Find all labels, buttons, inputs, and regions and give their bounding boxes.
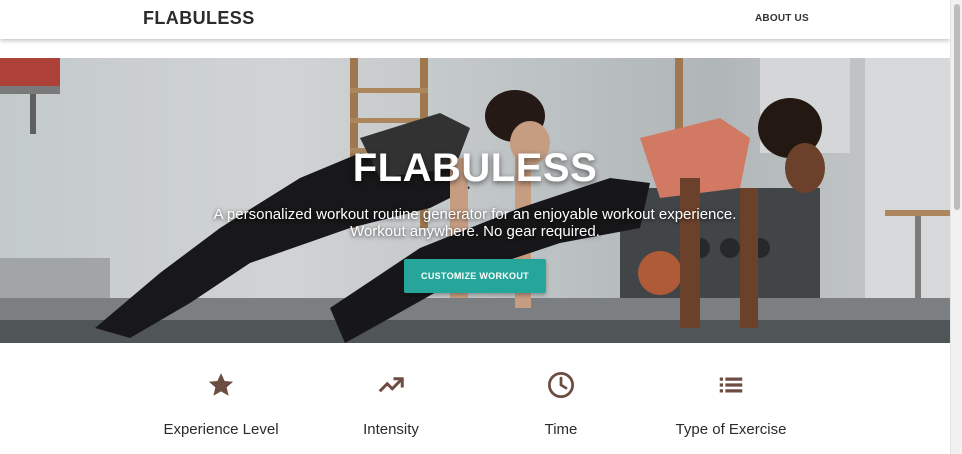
trending-up-icon xyxy=(378,377,404,393)
customize-workout-button[interactable]: CUSTOMIZE WORKOUT xyxy=(404,259,546,293)
clock-icon xyxy=(547,371,575,399)
hero-subtitle: A personalized workout routine generator… xyxy=(0,206,950,240)
hero-title: FLABULESS xyxy=(352,146,598,190)
features-section: Experience Level Intensity Time Type of … xyxy=(0,343,950,454)
feature-description xyxy=(660,449,802,454)
hero-subtitle-line1: A personalized workout routine generator… xyxy=(213,206,737,223)
feature-description xyxy=(150,449,292,454)
feature-title: Intensity xyxy=(363,421,419,438)
vertical-scrollbar[interactable] xyxy=(950,0,962,454)
scrollbar-thumb[interactable] xyxy=(954,4,960,210)
hero-subtitle-line2: Workout anywhere. No gear required. xyxy=(350,223,600,240)
nav-link-about-us[interactable]: ABOUT US xyxy=(755,13,809,24)
brand-logo[interactable]: FLABULESS xyxy=(143,8,255,29)
feature-title: Experience Level xyxy=(163,421,279,438)
navbar: FLABULESS ABOUT US xyxy=(0,0,950,39)
feature-description xyxy=(320,449,462,454)
list-icon xyxy=(719,377,743,393)
hero-section: FLABULESS A personalized workout routine… xyxy=(0,58,950,343)
feature-description xyxy=(490,449,632,454)
star-icon xyxy=(208,373,234,396)
feature-title: Time xyxy=(544,421,578,438)
feature-title: Type of Exercise xyxy=(675,421,787,438)
hero-overlay xyxy=(0,58,950,343)
